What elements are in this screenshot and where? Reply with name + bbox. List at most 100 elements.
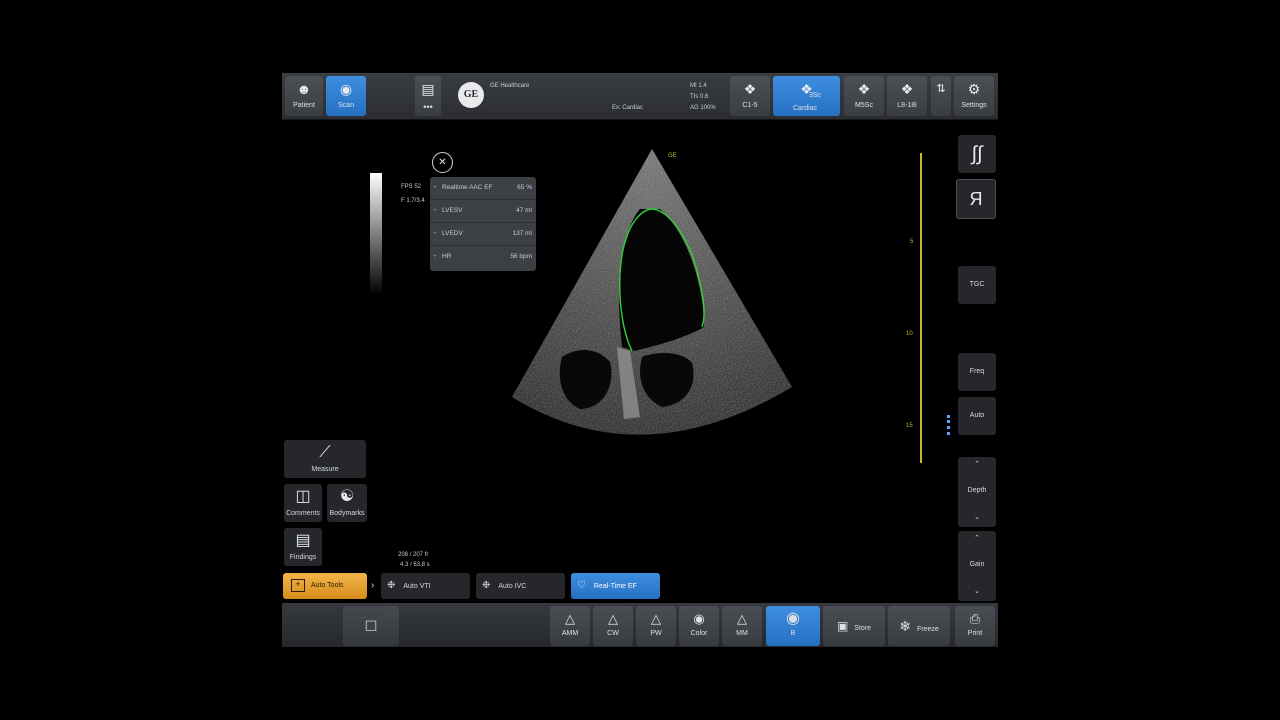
sector-marker: GE: [668, 153, 677, 159]
bodymarks-button[interactable]: ☯ Bodymarks: [327, 484, 367, 522]
real-time-ef-button[interactable]: ♡ Real-Time EF: [571, 573, 660, 599]
real-time-ef-label: Real-Time EF: [593, 583, 637, 590]
b-mode-button[interactable]: ◉ B: [766, 606, 820, 646]
auto-ivc-label: Auto IVC: [498, 583, 527, 590]
clipboard-button[interactable]: ▤ •••: [415, 76, 441, 116]
probe-l8-18i-button[interactable]: ❖ L8-18i: [887, 76, 927, 116]
fps-text: FPS 52: [401, 184, 422, 190]
measure-button[interactable]: ⟋ Measure: [284, 440, 366, 478]
cine-time-text: 4.3 / 63.8 s: [400, 562, 430, 568]
measurement-label: LVESV: [442, 207, 463, 214]
comments-button[interactable]: ◫ Comments: [284, 484, 322, 522]
frequency-text: F 1.7/3.4: [401, 198, 425, 204]
probe-c1-5-button[interactable]: ❖ C1-5: [730, 76, 770, 116]
ultrasound-image: GE: [512, 149, 792, 435]
auto-vti-button[interactable]: ❉ Auto VTI: [381, 573, 470, 599]
probe-3sc-button[interactable]: ❖ 3Sc Cardiac: [773, 76, 840, 116]
video-camera-icon: ▣: [836, 619, 849, 633]
orientation-button[interactable]: Я: [956, 179, 996, 219]
chevron-down-icon: ⌄: [974, 514, 980, 521]
tis-text: TIs 0.6: [690, 94, 709, 100]
settings-button[interactable]: ⚙ Settings: [954, 76, 994, 116]
mm-mode-button[interactable]: △ MM: [722, 606, 762, 646]
freeze-button[interactable]: ❄ Freeze: [888, 606, 950, 646]
tgc-label: TGC: [969, 281, 985, 288]
chevron-right-icon: ›: [371, 580, 375, 591]
probe-label: M5Sc: [855, 102, 873, 109]
layout-icon: ∫∫: [971, 143, 983, 165]
mode-label: AMM: [561, 630, 579, 637]
mode-label: B: [790, 630, 796, 637]
freeze-label: Freeze: [916, 626, 939, 633]
frame-count-text: 208 / 207 fr: [398, 552, 429, 558]
probe-icon: ❖: [743, 81, 757, 97]
orientation-icon: Я: [969, 189, 983, 209]
print-button[interactable]: ⎙ Print: [955, 606, 995, 646]
auto-button[interactable]: Auto: [958, 397, 996, 435]
scan-button[interactable]: ◉ Scan: [326, 76, 366, 116]
layout-button[interactable]: ∫∫: [958, 135, 996, 173]
store-button[interactable]: ▣ Store: [823, 606, 885, 646]
bottom-bar: ◻ △ AMM △ CW △ PW ◉ Color △ MM ◉ B ▣ Sto…: [282, 603, 998, 647]
chevron-up-icon: ⌃: [974, 461, 980, 468]
auto-label: Auto: [969, 412, 985, 419]
auto-tools-label: Auto Tools: [310, 582, 344, 589]
tgc-button[interactable]: TGC: [958, 266, 996, 304]
patient-icon: ☻: [296, 81, 312, 97]
cw-mode-icon: △: [608, 611, 618, 626]
top-bar: ☻ Patient ◉ Scan ▤ ••• GE GE Healthcare …: [282, 73, 998, 120]
cw-mode-button[interactable]: △ CW: [593, 606, 633, 646]
probe-label: C1-5: [742, 102, 758, 109]
snowflake-icon: ❄: [899, 618, 911, 634]
comments-label: Comments: [286, 510, 320, 517]
auto-ivc-button[interactable]: ❉ Auto IVC: [476, 573, 565, 599]
auto-tools-button[interactable]: + Auto Tools: [283, 573, 367, 599]
probe-m5sc-button[interactable]: ❖ M5Sc: [844, 76, 884, 116]
depth-label: Depth: [967, 487, 987, 494]
thumbnail-button[interactable]: ◻: [343, 606, 399, 646]
amm-mode-button[interactable]: △ AMM: [550, 606, 590, 646]
transfer-icon: ⇅: [936, 83, 946, 95]
freq-button[interactable]: Freq: [958, 353, 996, 391]
scan-label: Scan: [338, 102, 354, 109]
store-label: Store: [854, 625, 872, 632]
pw-mode-button[interactable]: △ PW: [636, 606, 676, 646]
depth-mark: 5: [910, 239, 914, 245]
ge-logo: GE: [458, 82, 484, 108]
comment-icon: ◫: [295, 488, 311, 505]
body-icon: ☯: [339, 488, 355, 505]
connectivity-button[interactable]: ⇅: [931, 76, 951, 116]
close-button[interactable]: ✕: [432, 152, 453, 173]
color-mode-icon: ◉: [693, 611, 705, 626]
measurement-label: LVEDV: [442, 230, 463, 237]
findings-label: Findings: [289, 554, 317, 561]
mode-label: PW: [650, 630, 662, 637]
caliper-icon: ⟋: [319, 444, 331, 461]
image-thumbnail-icon: ◻: [364, 617, 378, 634]
ultrasound-screen: ☻ Patient ◉ Scan ▤ ••• GE GE Healthcare …: [282, 73, 998, 647]
color-mode-button[interactable]: ◉ Color: [679, 606, 719, 646]
plus-icon: +: [433, 230, 437, 237]
probe-label: L8-18i: [897, 102, 917, 109]
print-label: Print: [967, 630, 983, 637]
bodymarks-label: Bodymarks: [329, 510, 365, 517]
plus-icon: +: [433, 184, 437, 191]
toolbox-icon: +: [291, 578, 305, 592]
mi-text: MI 1.4: [690, 83, 707, 89]
printer-icon: ⎙: [969, 611, 981, 626]
chevron-up-icon: ⌃: [974, 535, 980, 542]
mm-mode-icon: △: [737, 611, 747, 626]
findings-button[interactable]: ▤ Findings: [284, 528, 322, 566]
more-dots-icon: •••: [423, 102, 433, 112]
grayscale-bar: [370, 173, 382, 295]
depth-mark: 10: [906, 331, 913, 337]
scan-probe-icon: ◉: [339, 81, 353, 97]
vti-icon: ❉: [387, 580, 396, 591]
measurement-label: Realtime AAC EF: [442, 184, 493, 191]
gain-control[interactable]: ⌃ Gain ⌄: [958, 531, 996, 601]
ag-text: AG 100%: [690, 105, 716, 111]
b-mode-icon: ◉: [786, 610, 800, 627]
patient-button[interactable]: ☻ Patient: [285, 76, 323, 116]
mode-label: MM: [736, 630, 748, 637]
depth-control[interactable]: ⌃ Depth ⌄: [958, 457, 996, 527]
